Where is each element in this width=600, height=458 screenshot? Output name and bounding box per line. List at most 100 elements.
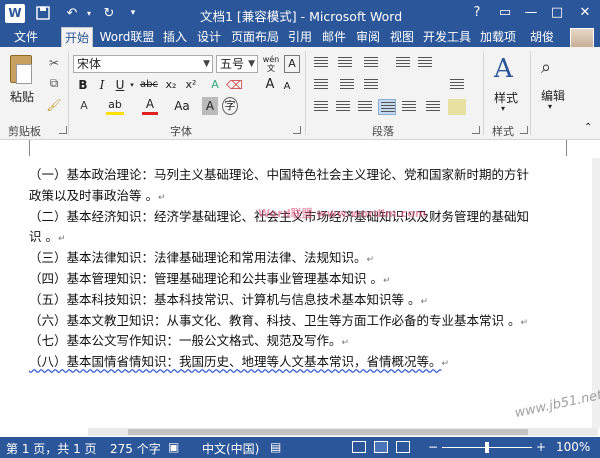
undo-icon[interactable]: ↶ [62,3,82,23]
font-size-combo[interactable]: 五号 ▼ [216,55,258,73]
print-layout-icon[interactable] [374,441,388,453]
align-center-icon[interactable] [334,99,352,115]
binoculars-icon[interactable]: ⌕ [541,57,563,79]
ribbon-display-options-button[interactable]: ▭ [494,3,516,23]
chinese-layout-icon[interactable] [312,77,330,93]
show-marks-icon[interactable] [362,77,380,93]
chevron-down-icon: ▼ [203,59,210,69]
font-name-combo[interactable]: 宋体 ▼ [73,55,213,73]
clear-formatting-button[interactable]: ⌫ [226,76,243,94]
tab-file[interactable]: 文件 [0,27,52,47]
word-count[interactable]: 275 个字 [110,440,161,457]
horizontal-scrollbar[interactable] [88,428,598,436]
text-effects-button[interactable]: A [76,97,92,115]
undo-dropdown-icon[interactable]: ▾ [84,3,94,23]
tab-addins[interactable]: 加载项 [476,27,520,47]
zoom-out-button[interactable]: − [428,440,438,454]
italic-button[interactable]: I [95,76,109,94]
chevron-down-icon[interactable]: ▾ [128,76,136,94]
user-name[interactable]: 胡俊 [530,27,554,47]
page-count[interactable]: 第 1 页，共 1 页 [6,440,97,457]
character-border-button[interactable]: A [284,55,300,73]
tab-mailings[interactable]: 邮件 [319,27,349,47]
macro-record-icon[interactable]: ▤ [270,440,281,454]
styles-button[interactable]: 样式 [494,89,518,106]
scroll-thumb[interactable] [128,429,528,435]
chevron-down-icon[interactable]: ▾ [548,102,552,111]
highlight-button[interactable]: ab [106,97,124,115]
paste-icon[interactable] [10,55,32,84]
line-spacing-icon[interactable] [424,99,442,115]
sort-icon[interactable] [338,77,356,93]
styles-launcher-icon[interactable] [520,126,528,134]
multilevel-list-icon[interactable] [362,55,380,71]
font-color-button[interactable]: A [142,97,158,115]
web-layout-icon[interactable] [396,441,410,453]
help-button[interactable]: ? [466,3,488,23]
minimize-button[interactable]: — [520,3,542,23]
proofing-icon[interactable]: ▣ [168,440,179,454]
tab-insert[interactable]: 插入 [160,27,190,47]
character-shading-button[interactable]: A [202,97,218,115]
paste-button[interactable]: 粘贴 [10,88,34,105]
right-margin-marker[interactable] [566,140,567,156]
tab-home[interactable]: 开始 [61,27,93,47]
numbering-icon[interactable] [336,55,354,71]
phonetic-guide-button[interactable]: wén 文 [262,55,280,73]
increase-indent-icon[interactable] [416,55,434,71]
paragraph-group-label: 段落 [372,125,394,138]
shrink-font-button[interactable]: A [280,78,294,96]
zoom-in-button[interactable]: + [536,440,546,454]
distributed-icon[interactable] [400,99,418,115]
font-launcher-icon[interactable] [293,126,301,134]
tab-design[interactable]: 设计 [194,27,224,47]
read-mode-icon[interactable] [352,441,366,453]
copy-icon[interactable]: ⧉ [46,75,62,91]
tab-page-layout[interactable]: 页面布局 [228,27,282,47]
cut-icon[interactable]: ✂ [46,55,62,71]
enclose-characters-button[interactable]: 字 [222,97,238,115]
font-name-value: 宋体 [77,57,102,71]
align-right-icon[interactable] [356,99,374,115]
save-icon[interactable] [34,3,52,23]
change-case-button[interactable]: Aa [172,97,192,115]
paragraph-mark: ↵ [382,276,391,286]
redo-icon[interactable]: ↻ [100,3,118,23]
align-left-icon[interactable] [312,99,330,115]
tab-word-union[interactable]: Word联盟 [96,27,158,47]
tab-developer[interactable]: 开发工具 [420,27,474,47]
tab-references[interactable]: 引用 [285,27,315,47]
document-area[interactable]: （一）基本政治理论：马列主义基础理论、中国特色社会主义理论、党和国家新时期的方针… [0,158,600,428]
text-effects-icon[interactable]: A [206,76,224,94]
customize-toolbar-icon[interactable]: ▾ [126,3,140,23]
collapse-ribbon-icon[interactable]: ⌃ [584,122,592,133]
maximize-button[interactable]: □ [546,3,568,23]
subscript-button[interactable]: x₂ [162,76,180,94]
word-logo-icon[interactable]: W [5,4,25,23]
paragraph-launcher-icon[interactable] [472,126,480,134]
shading-icon[interactable] [448,99,466,115]
group-divider [483,51,484,135]
bold-button[interactable]: B [76,76,90,94]
tab-view[interactable]: 视图 [387,27,417,47]
format-painter-icon[interactable]: 🖌 [46,97,62,113]
zoom-level[interactable]: 100% [556,440,590,454]
doc-line: （三）基本法律知识：法律基础理论和常用法律、法规知识。↵ [29,250,375,265]
justify-icon[interactable] [378,99,396,115]
language-indicator[interactable]: 中文(中国) [202,440,259,457]
styles-icon[interactable]: A [494,55,520,83]
left-margin-marker[interactable] [29,140,30,156]
zoom-slider-thumb[interactable] [485,442,489,453]
borders-icon[interactable] [448,77,466,93]
clipboard-launcher-icon[interactable] [59,126,67,134]
strikethrough-button[interactable]: abc [138,76,160,94]
underline-button[interactable]: U [113,76,127,94]
tab-review[interactable]: 审阅 [353,27,383,47]
superscript-button[interactable]: x² [182,76,200,94]
grow-font-button[interactable]: A [262,76,278,94]
chevron-down-icon[interactable]: ▾ [501,104,505,113]
editing-button[interactable]: 编辑 [541,87,565,104]
bullets-icon[interactable] [312,55,330,71]
close-button[interactable]: ✕ [574,3,596,23]
decrease-indent-icon[interactable] [394,55,412,71]
